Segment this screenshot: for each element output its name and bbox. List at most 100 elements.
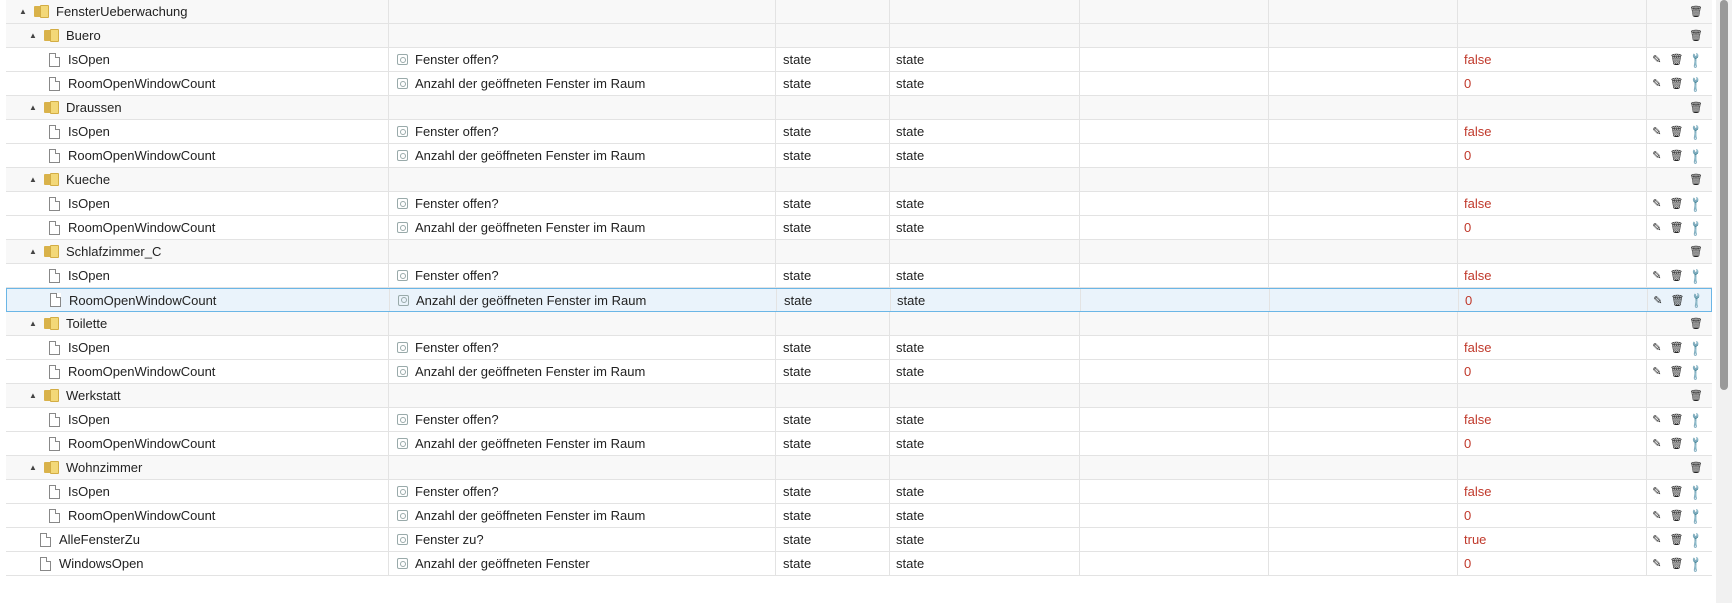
name-cell[interactable]: ▲ Buero bbox=[6, 24, 389, 47]
edit-button[interactable]: ✎ bbox=[1647, 434, 1667, 454]
edit-button[interactable]: ✎ bbox=[1647, 74, 1667, 94]
description-cell[interactable] bbox=[389, 240, 776, 263]
function-cell[interactable] bbox=[1269, 96, 1458, 119]
function-cell[interactable] bbox=[1269, 408, 1458, 431]
description-cell[interactable]: Fenster offen? bbox=[389, 48, 776, 71]
settings-button[interactable]: 🔧 bbox=[1682, 432, 1710, 455]
value-cell[interactable]: 0 bbox=[1459, 289, 1648, 311]
edit-button[interactable]: ✎ bbox=[1647, 554, 1667, 574]
function-cell[interactable] bbox=[1269, 168, 1458, 191]
delete-button[interactable]: 🗑 bbox=[1686, 170, 1706, 190]
state-row[interactable]: RoomOpenWindowCount Anzahl der geöffneten… bbox=[6, 432, 1712, 456]
name-cell[interactable]: ▲ Draussen bbox=[6, 96, 389, 119]
role-cell[interactable] bbox=[890, 384, 1080, 407]
type-cell[interactable] bbox=[776, 312, 890, 335]
settings-button[interactable]: 🔧 bbox=[1682, 216, 1710, 239]
room-cell[interactable] bbox=[1080, 192, 1269, 215]
room-cell[interactable] bbox=[1080, 120, 1269, 143]
description-cell[interactable] bbox=[389, 456, 776, 479]
function-cell[interactable] bbox=[1269, 192, 1458, 215]
settings-button[interactable]: 🔧 bbox=[1682, 504, 1710, 527]
name-cell[interactable]: IsOpen bbox=[6, 264, 389, 287]
name-cell[interactable]: IsOpen bbox=[6, 192, 389, 215]
scrollbar-thumb[interactable] bbox=[1720, 0, 1728, 390]
name-cell[interactable]: RoomOpenWindowCount bbox=[6, 360, 389, 383]
role-cell[interactable]: state bbox=[890, 408, 1080, 431]
value-cell[interactable]: false bbox=[1458, 336, 1647, 359]
state-row[interactable]: RoomOpenWindowCount Anzahl der geöffneten… bbox=[6, 504, 1712, 528]
description-cell[interactable] bbox=[389, 24, 776, 47]
settings-button[interactable]: 🔧 bbox=[1682, 144, 1710, 167]
type-cell[interactable]: state bbox=[776, 72, 890, 95]
vertical-scrollbar[interactable] bbox=[1716, 0, 1732, 603]
settings-button[interactable]: 🔧 bbox=[1682, 480, 1710, 503]
description-cell[interactable]: Fenster offen? bbox=[389, 336, 776, 359]
settings-button[interactable]: 🔧 bbox=[1682, 48, 1710, 71]
edit-button[interactable]: ✎ bbox=[1647, 194, 1667, 214]
room-cell[interactable] bbox=[1080, 384, 1269, 407]
edit-button[interactable]: ✎ bbox=[1647, 338, 1667, 358]
role-cell[interactable]: state bbox=[890, 144, 1080, 167]
type-cell[interactable]: state bbox=[776, 264, 890, 287]
type-cell[interactable] bbox=[776, 384, 890, 407]
state-row[interactable]: RoomOpenWindowCount Anzahl der geöffneten… bbox=[6, 288, 1712, 312]
room-cell[interactable] bbox=[1080, 0, 1269, 23]
function-cell[interactable] bbox=[1269, 0, 1458, 23]
value-cell[interactable] bbox=[1458, 384, 1647, 407]
edit-button[interactable]: ✎ bbox=[1647, 146, 1667, 166]
description-cell[interactable]: Anzahl der geöffneten Fenster im Raum bbox=[389, 144, 776, 167]
description-cell[interactable]: Fenster offen? bbox=[389, 264, 776, 287]
folder-row[interactable]: ▲ Wohnzimmer 🗑 bbox=[6, 456, 1712, 480]
role-cell[interactable]: state bbox=[891, 289, 1081, 311]
name-cell[interactable]: AlleFensterZu bbox=[6, 528, 389, 551]
role-cell[interactable]: state bbox=[890, 432, 1080, 455]
settings-button[interactable]: 🔧 bbox=[1682, 360, 1710, 383]
room-cell[interactable] bbox=[1080, 24, 1269, 47]
edit-button[interactable]: ✎ bbox=[1647, 530, 1667, 550]
function-cell[interactable] bbox=[1269, 432, 1458, 455]
delete-button[interactable]: 🗑 bbox=[1686, 98, 1706, 118]
description-cell[interactable]: Fenster offen? bbox=[389, 408, 776, 431]
settings-button[interactable]: 🔧 bbox=[1682, 528, 1710, 551]
function-cell[interactable] bbox=[1269, 264, 1458, 287]
value-cell[interactable]: 0 bbox=[1458, 216, 1647, 239]
state-row[interactable]: RoomOpenWindowCount Anzahl der geöffneten… bbox=[6, 360, 1712, 384]
value-cell[interactable]: false bbox=[1458, 408, 1647, 431]
name-cell[interactable]: IsOpen bbox=[6, 480, 389, 503]
type-cell[interactable] bbox=[776, 456, 890, 479]
role-cell[interactable] bbox=[890, 312, 1080, 335]
type-cell[interactable]: state bbox=[776, 336, 890, 359]
folder-row[interactable]: ▲ Kueche 🗑 bbox=[6, 168, 1712, 192]
value-cell[interactable]: 0 bbox=[1458, 360, 1647, 383]
function-cell[interactable] bbox=[1269, 120, 1458, 143]
room-cell[interactable] bbox=[1081, 289, 1270, 311]
function-cell[interactable] bbox=[1269, 384, 1458, 407]
name-cell[interactable]: ▲ FensterUeberwachung bbox=[6, 0, 389, 23]
room-cell[interactable] bbox=[1080, 552, 1269, 575]
function-cell[interactable] bbox=[1270, 289, 1459, 311]
delete-button[interactable]: 🗑 bbox=[1686, 314, 1706, 334]
state-row[interactable]: IsOpen Fenster offen? state state false ✎ 🗑 🔧 bbox=[6, 480, 1712, 504]
type-cell[interactable]: state bbox=[776, 216, 890, 239]
type-cell[interactable]: state bbox=[777, 289, 891, 311]
role-cell[interactable] bbox=[890, 456, 1080, 479]
description-cell[interactable] bbox=[389, 384, 776, 407]
room-cell[interactable] bbox=[1080, 432, 1269, 455]
type-cell[interactable] bbox=[776, 96, 890, 119]
description-cell[interactable]: Anzahl der geöffneten Fenster im Raum bbox=[389, 72, 776, 95]
type-cell[interactable] bbox=[776, 24, 890, 47]
state-row[interactable]: IsOpen Fenster offen? state state false ✎ 🗑 🔧 bbox=[6, 264, 1712, 288]
role-cell[interactable] bbox=[890, 240, 1080, 263]
name-cell[interactable]: RoomOpenWindowCount bbox=[6, 72, 389, 95]
room-cell[interactable] bbox=[1080, 336, 1269, 359]
value-cell[interactable]: 0 bbox=[1458, 72, 1647, 95]
type-cell[interactable]: state bbox=[776, 192, 890, 215]
state-row[interactable]: WindowsOpen Anzahl der geöffneten Fenster… bbox=[6, 552, 1712, 576]
function-cell[interactable] bbox=[1269, 240, 1458, 263]
collapse-toggle-icon[interactable]: ▲ bbox=[28, 31, 38, 40]
type-cell[interactable] bbox=[776, 240, 890, 263]
function-cell[interactable] bbox=[1269, 360, 1458, 383]
name-cell[interactable]: IsOpen bbox=[6, 336, 389, 359]
role-cell[interactable] bbox=[890, 168, 1080, 191]
name-cell[interactable]: WindowsOpen bbox=[6, 552, 389, 575]
